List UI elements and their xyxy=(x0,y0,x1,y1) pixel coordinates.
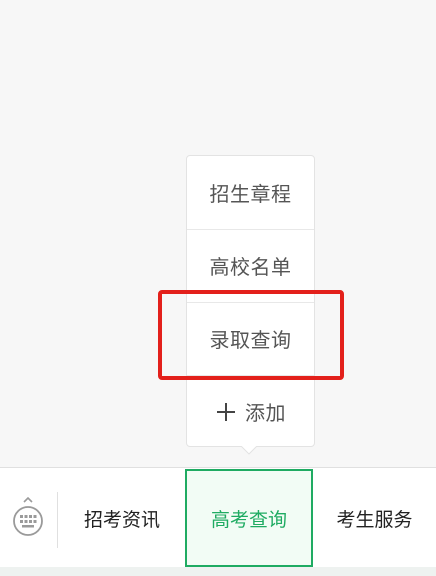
plus-icon xyxy=(217,402,235,421)
highlight-annotation xyxy=(158,290,344,380)
chat-screen: 招生章程 高校名单 录取查询 添加 招考资讯 高考查询 考生服务 xyxy=(0,0,436,576)
submenu-item-label: 高校名单 xyxy=(209,255,292,279)
submenu-item-label: 招生章程 xyxy=(209,182,292,206)
menu-tab-student-services[interactable]: 考生服务 xyxy=(313,468,436,568)
add-label: 添加 xyxy=(245,401,286,425)
keyboard-toggle-button[interactable] xyxy=(0,468,56,568)
menu-tab-label: 考生服务 xyxy=(336,508,413,531)
menu-tab-label: 招考资讯 xyxy=(83,508,160,531)
bottom-strip xyxy=(0,567,436,576)
keyboard-icon xyxy=(13,497,43,536)
submenu-pointer xyxy=(241,446,257,455)
submenu-item-add[interactable]: 添加 xyxy=(187,375,314,448)
submenu-item-admission-rules[interactable]: 招生章程 xyxy=(187,156,314,229)
menu-tab-label: 高考查询 xyxy=(210,508,287,531)
menu-tab-gaokao-query[interactable]: 高考查询 xyxy=(185,469,313,567)
menu-tab-exam-news[interactable]: 招考资讯 xyxy=(58,468,186,568)
bottom-menu-bar: 招考资讯 高考查询 考生服务 xyxy=(0,467,436,567)
